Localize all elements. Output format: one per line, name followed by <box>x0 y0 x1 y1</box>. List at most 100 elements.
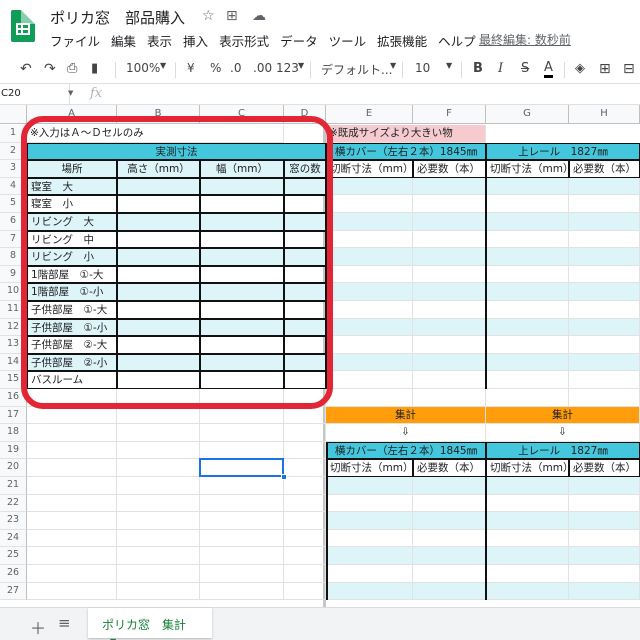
cell[interactable] <box>569 512 640 530</box>
cell[interactable] <box>569 353 640 372</box>
cell[interactable] <box>27 547 117 565</box>
text-color-button[interactable]: A <box>544 61 553 78</box>
row-header[interactable]: 12 <box>0 318 27 337</box>
cell[interactable] <box>200 494 284 513</box>
print-icon[interactable]: ⎙ <box>67 61 77 76</box>
cell[interactable]: 横カバー（左右２本）1845㎜ <box>326 441 486 460</box>
column-header[interactable]: H <box>569 105 640 124</box>
menu-help[interactable]: ヘルプ <box>438 31 476 49</box>
cell[interactable] <box>326 565 413 583</box>
row-header[interactable]: 11 <box>0 301 27 319</box>
cell[interactable] <box>200 336 284 354</box>
cell[interactable] <box>569 565 640 583</box>
cell[interactable] <box>200 177 284 196</box>
cell[interactable] <box>117 494 200 513</box>
cell[interactable] <box>413 213 486 231</box>
cell[interactable] <box>117 406 200 425</box>
cell[interactable] <box>117 248 200 266</box>
cell[interactable]: 切断寸法（mm） <box>486 459 569 477</box>
cell[interactable]: 上レール 1827㎜ <box>486 441 640 460</box>
cell[interactable] <box>27 459 117 477</box>
cell[interactable] <box>200 529 284 548</box>
cell[interactable]: バスルーム <box>27 371 117 389</box>
row-header[interactable]: 26 <box>0 565 27 583</box>
cell[interactable] <box>413 565 486 583</box>
cell[interactable] <box>200 248 284 266</box>
cell[interactable] <box>486 371 569 389</box>
cell[interactable]: 寝室 大 <box>27 177 117 196</box>
row-header[interactable]: 8 <box>0 248 27 266</box>
cell[interactable] <box>200 371 284 389</box>
cell[interactable] <box>569 371 640 389</box>
cell[interactable] <box>413 230 486 249</box>
paint-format-icon[interactable]: ▮ <box>91 61 98 76</box>
percent-button[interactable]: % <box>210 61 221 75</box>
cell[interactable] <box>486 336 569 354</box>
menu-data[interactable]: データ <box>280 31 318 49</box>
cell[interactable]: 幅（mm） <box>200 160 284 178</box>
cell[interactable] <box>326 371 413 389</box>
cell[interactable] <box>569 213 640 231</box>
cell[interactable] <box>326 318 413 337</box>
last-edit-link[interactable]: 最終編集: 数秒前 <box>479 31 571 48</box>
all-sheets-icon[interactable]: ≡ <box>58 614 71 632</box>
star-icon[interactable]: ☆ <box>202 8 215 24</box>
cell[interactable]: 子供部屋 ①-大 <box>27 301 117 319</box>
cell[interactable] <box>569 529 640 548</box>
row-header[interactable]: 10 <box>0 283 27 301</box>
cell[interactable]: ⇩ <box>486 424 640 442</box>
cell[interactable] <box>413 371 486 389</box>
cell[interactable] <box>284 512 326 530</box>
cell[interactable] <box>200 318 284 337</box>
cell[interactable] <box>326 248 413 266</box>
cell[interactable] <box>200 389 284 407</box>
decrease-decimal-button[interactable]: .0 <box>230 61 241 75</box>
formats-chevron-icon[interactable]: ▼ <box>298 61 304 70</box>
cell[interactable]: リビング 小 <box>27 248 117 266</box>
cell[interactable] <box>413 512 486 530</box>
cell[interactable] <box>117 459 200 477</box>
cell[interactable] <box>413 301 486 319</box>
cell[interactable]: 切断寸法（mm） <box>326 160 413 178</box>
cell[interactable] <box>413 582 486 601</box>
cell[interactable] <box>200 230 284 249</box>
cell[interactable] <box>27 494 117 513</box>
row-header[interactable]: 15 <box>0 371 27 389</box>
cell[interactable] <box>27 529 117 548</box>
cell[interactable] <box>486 283 569 301</box>
cell[interactable] <box>326 547 413 565</box>
fill-color-icon[interactable]: ◈ <box>575 61 585 76</box>
cell[interactable] <box>569 318 640 337</box>
cell[interactable] <box>200 512 284 530</box>
cell[interactable] <box>117 195 200 213</box>
cell[interactable]: 寝室 小 <box>27 195 117 213</box>
cell[interactable] <box>284 177 326 196</box>
cell[interactable] <box>284 582 326 601</box>
cell[interactable] <box>27 582 117 601</box>
cell[interactable] <box>284 353 326 372</box>
cell[interactable] <box>284 529 326 548</box>
row-header[interactable]: 22 <box>0 494 27 513</box>
cell[interactable] <box>284 547 326 565</box>
cell[interactable] <box>326 477 413 495</box>
cell[interactable] <box>117 353 200 372</box>
cell[interactable] <box>117 371 200 389</box>
cell[interactable]: 切断寸法（mm） <box>326 459 413 477</box>
cell[interactable] <box>413 265 486 284</box>
cell[interactable] <box>117 283 200 301</box>
cell[interactable] <box>200 301 284 319</box>
cell[interactable] <box>117 547 200 565</box>
cell[interactable] <box>284 494 326 513</box>
cell[interactable] <box>117 529 200 548</box>
cell[interactable] <box>486 582 569 601</box>
cell[interactable] <box>284 477 326 495</box>
cell[interactable] <box>284 283 326 301</box>
cell[interactable]: 集計 <box>486 406 640 425</box>
selected-cell[interactable] <box>199 458 284 477</box>
column-header[interactable]: E <box>326 105 413 124</box>
cell[interactable] <box>569 547 640 565</box>
increase-decimal-button[interactable]: .00 <box>253 61 272 75</box>
cell[interactable] <box>486 529 569 548</box>
cell[interactable] <box>284 565 326 583</box>
menu-tools[interactable]: ツール <box>329 31 367 49</box>
